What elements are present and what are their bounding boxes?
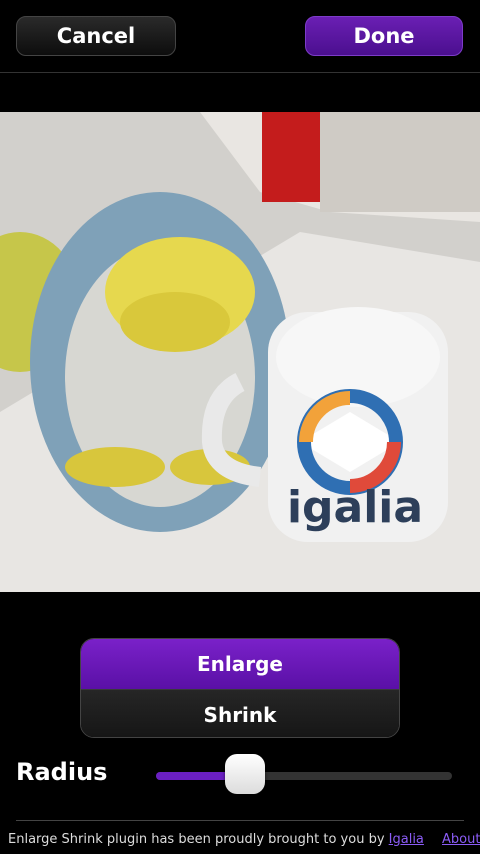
radius-slider[interactable] — [156, 754, 452, 794]
radius-label: Radius — [16, 758, 108, 786]
photo-image: igalia — [0, 112, 480, 592]
igalia-link[interactable]: Igalia — [389, 832, 424, 847]
divider — [16, 820, 464, 821]
about-link[interactable]: About — [442, 832, 480, 847]
enlarge-option[interactable]: Enlarge — [81, 639, 399, 689]
top-bar: Cancel Done — [0, 0, 480, 73]
shrink-option[interactable]: Shrink — [81, 689, 399, 737]
footer-credit: Enlarge Shrink plugin has been proudly b… — [8, 832, 424, 847]
radius-slider-handle[interactable] — [225, 754, 265, 794]
credit-text: Enlarge Shrink plugin has been proudly b… — [8, 832, 385, 847]
mode-selector: Enlarge Shrink — [80, 638, 400, 738]
photo-preview[interactable]: igalia — [0, 112, 480, 592]
done-button[interactable]: Done — [305, 16, 463, 56]
cancel-button[interactable]: Cancel — [16, 16, 176, 56]
mug-logo-text: igalia — [287, 482, 423, 533]
